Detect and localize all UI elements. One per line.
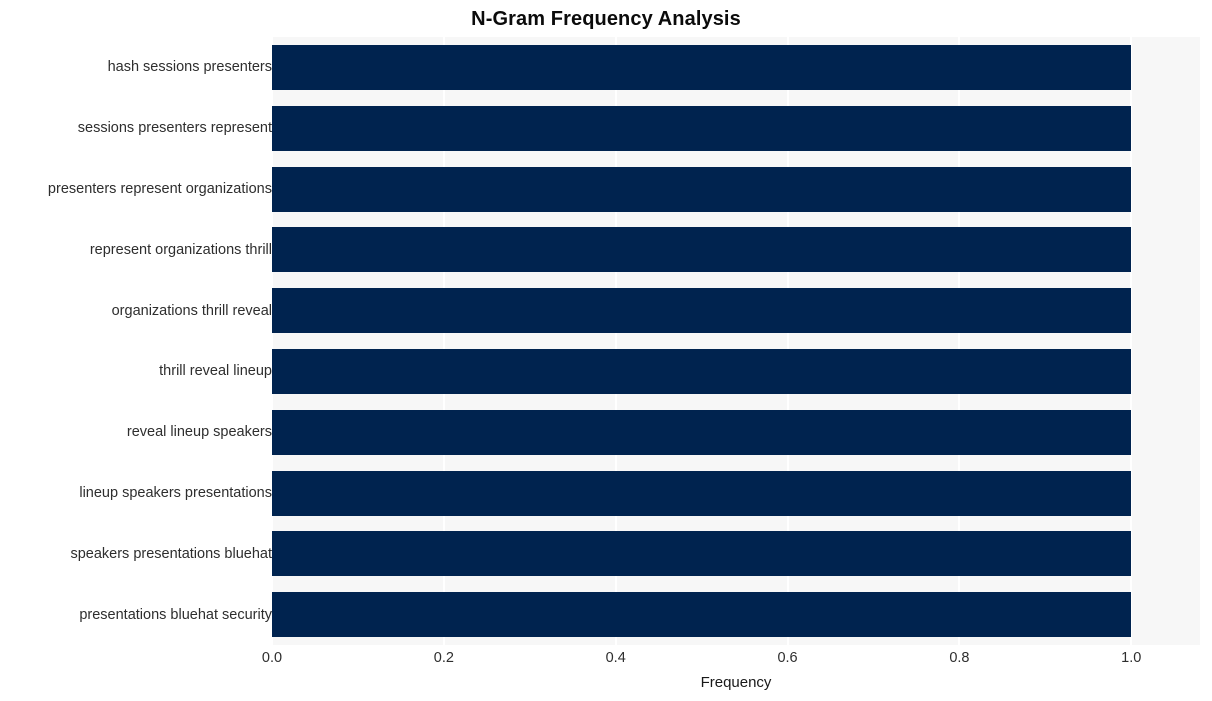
y-axis-tick-label: hash sessions presenters <box>107 59 272 76</box>
bar <box>272 105 1132 151</box>
x-axis-tick-label: 1.0 <box>1121 650 1142 666</box>
bar <box>272 470 1132 516</box>
y-axis-tick-label: presentations bluehat security <box>79 606 272 623</box>
x-axis-tick-label: 0.8 <box>949 650 970 666</box>
bar <box>272 166 1132 212</box>
y-axis-tick-label: represent organizations thrill <box>89 241 272 258</box>
bar-row <box>272 470 1200 516</box>
bar-row <box>272 531 1200 577</box>
chart-figure: N-Gram Frequency Analysis hash sessions … <box>0 0 1212 701</box>
bar-row <box>272 44 1200 90</box>
page-title: N-Gram Frequency Analysis <box>471 8 741 30</box>
bar <box>272 227 1132 273</box>
bar-row <box>272 288 1200 334</box>
bar-row <box>272 227 1200 273</box>
bar-row <box>272 166 1200 212</box>
bar-row <box>272 592 1200 638</box>
bar-row <box>272 105 1200 151</box>
bar <box>272 531 1132 577</box>
bar <box>272 44 1132 90</box>
x-axis-tick-label: 0.0 <box>261 650 283 666</box>
y-axis-tick-label: speakers presentations bluehat <box>70 545 272 562</box>
x-axis-label: Frequency <box>700 674 772 691</box>
x-axis-tick-label: 0.4 <box>605 650 626 666</box>
bar <box>272 592 1132 638</box>
bar <box>272 288 1132 334</box>
x-axis-tick-labels: 0.0 0.2 0.4 0.6 0.8 1.0 <box>262 648 1200 670</box>
y-axis-tick-label: reveal lineup speakers <box>126 424 272 441</box>
y-axis-tick-labels: hash sessions presenters sessions present… <box>0 37 272 645</box>
x-axis-tick-label: 0.6 <box>777 650 798 666</box>
y-axis-tick-label: lineup speakers presentations <box>79 485 272 501</box>
bar <box>272 409 1132 455</box>
bar-row <box>272 409 1200 455</box>
bar <box>272 348 1132 394</box>
y-axis-tick-label: sessions presenters represent <box>77 120 272 137</box>
plot-area <box>272 37 1200 645</box>
y-axis-tick-label: presenters represent organizations <box>47 181 272 197</box>
y-axis-tick-label: organizations thrill reveal <box>111 302 272 319</box>
bar-row <box>272 348 1200 394</box>
bar-series <box>272 37 1200 645</box>
y-axis-tick-label: thrill reveal lineup <box>159 363 272 380</box>
x-axis-tick-label: 0.2 <box>433 650 454 666</box>
